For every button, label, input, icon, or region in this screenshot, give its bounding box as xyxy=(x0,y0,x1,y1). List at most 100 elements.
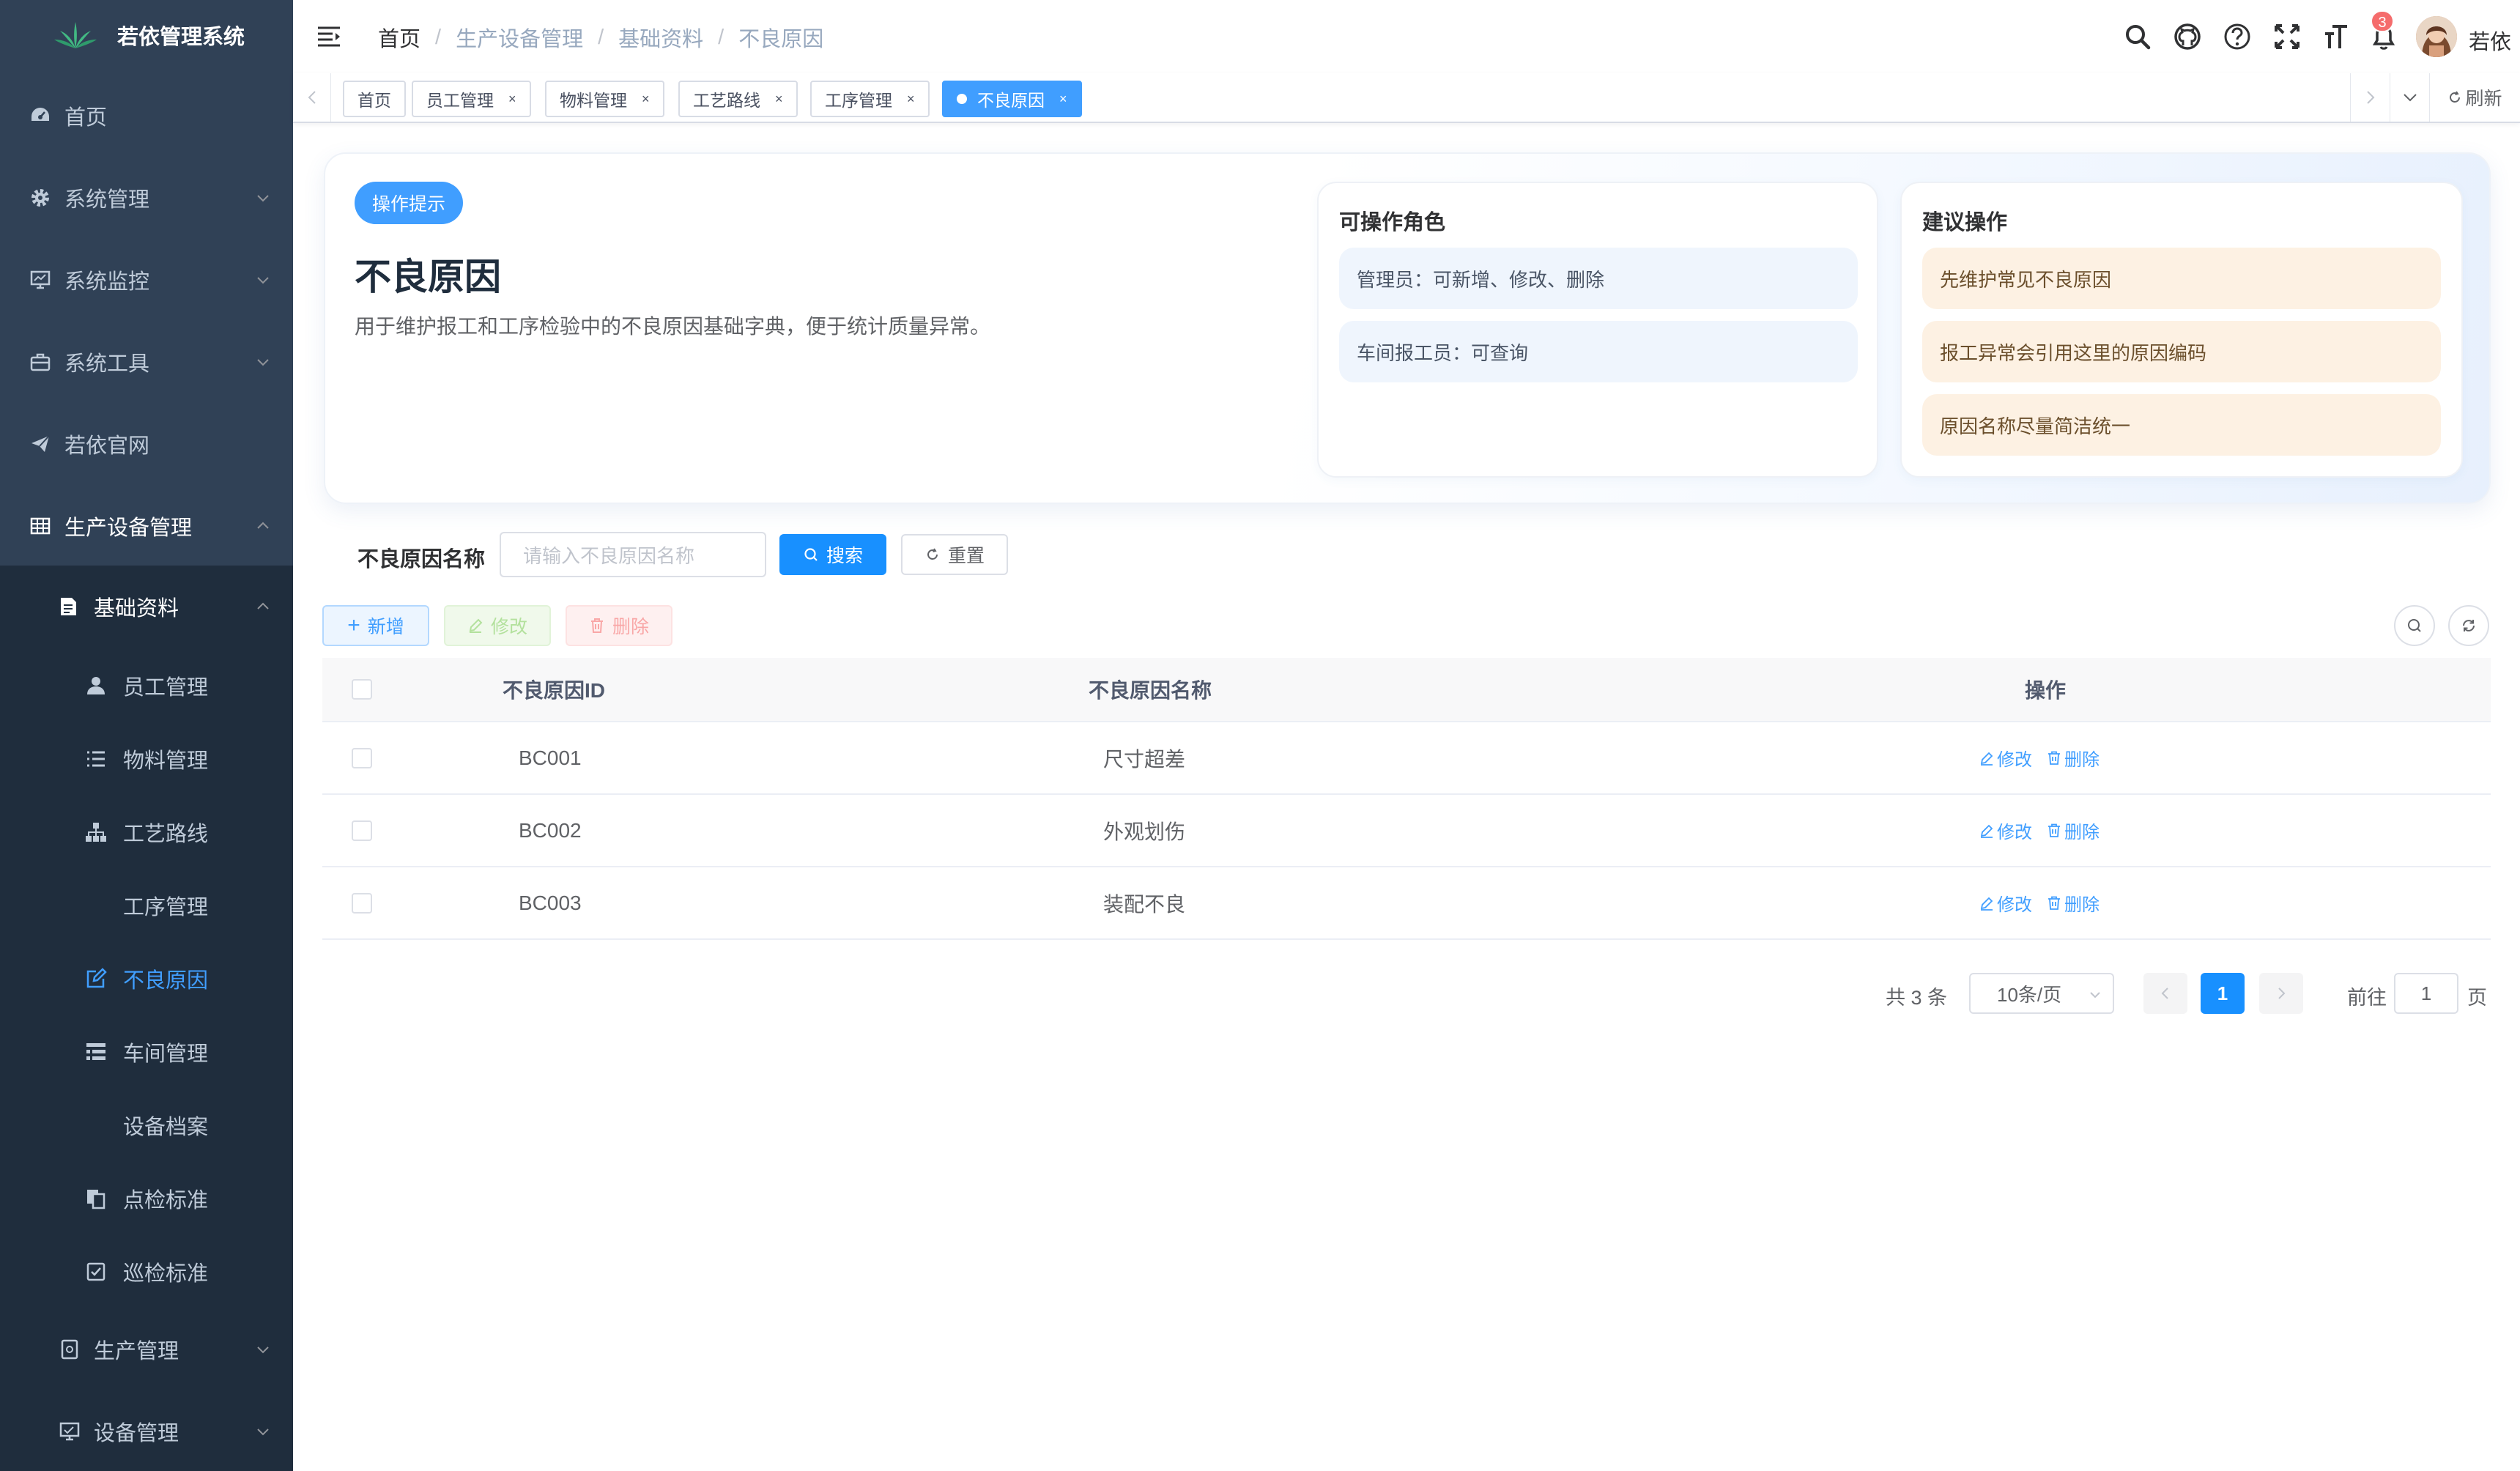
row-delete-label: 删除 xyxy=(2064,895,2100,915)
gear-icon xyxy=(32,189,49,207)
tag-label: 物料管理 xyxy=(560,91,627,110)
close-icon[interactable]: × xyxy=(1059,92,1067,107)
github-icon[interactable] xyxy=(2173,22,2202,51)
avatar[interactable] xyxy=(2416,16,2457,57)
search-button[interactable]: 搜索 xyxy=(779,534,886,575)
sidebar-item-label: 巡检标准 xyxy=(123,1262,209,1286)
sidebar-item-production-equipment[interactable]: 生产设备管理 xyxy=(0,485,293,567)
row-edit-button[interactable]: 修改 xyxy=(1979,745,2032,771)
tags-dropdown-button[interactable] xyxy=(2390,73,2429,122)
sidebar-item-label: 生产管理 xyxy=(94,1340,179,1363)
search-icon[interactable] xyxy=(2123,22,2152,51)
sidebar-item-system[interactable]: 系统管理 xyxy=(0,157,293,239)
close-icon[interactable]: × xyxy=(642,92,650,107)
defect-name-input[interactable]: 请输入不良原因名称 xyxy=(500,532,766,577)
chevron-down-icon xyxy=(257,195,269,202)
trash-icon xyxy=(590,618,603,633)
reset-button[interactable]: 重置 xyxy=(901,534,1008,575)
tag-process-route[interactable]: 工艺路线 × xyxy=(678,81,798,117)
row-checkbox[interactable] xyxy=(352,820,372,841)
sidebar-item-patrol-standard[interactable]: 巡检标准 xyxy=(0,1235,293,1308)
question-circle-icon[interactable] xyxy=(2223,22,2252,51)
sidebar-item-employee[interactable]: 员工管理 xyxy=(0,649,293,722)
row-edit-button[interactable]: 修改 xyxy=(1979,818,2032,843)
sidebar-item-material[interactable]: 物料管理 xyxy=(0,722,293,796)
tree-icon xyxy=(86,823,106,842)
chevron-down-icon xyxy=(257,277,269,284)
tags-scroll-right-button[interactable] xyxy=(2350,73,2390,122)
tag-home[interactable]: 首页 xyxy=(343,81,406,117)
breadcrumb-separator: / xyxy=(435,25,442,49)
sidebar-item-label: 生产设备管理 xyxy=(64,516,193,540)
row-edit-label: 修改 xyxy=(1997,895,2032,915)
close-icon[interactable]: × xyxy=(775,92,783,107)
tag-material[interactable]: 物料管理 × xyxy=(545,81,664,117)
sidebar-item-spot-check-standard[interactable]: 点检标准 xyxy=(0,1162,293,1235)
row-delete-button[interactable]: 删除 xyxy=(2047,890,2100,916)
trash-icon xyxy=(2048,823,2060,837)
sidebar-item-home[interactable]: 首页 xyxy=(0,75,293,157)
row-delete-button[interactable]: 删除 xyxy=(2047,745,2100,771)
sidebar-item-label: 设备档案 xyxy=(123,1116,209,1139)
chevron-down-icon xyxy=(257,359,269,366)
sidebar-group-basic-data[interactable]: 基础资料 xyxy=(0,566,293,648)
select-all-checkbox[interactable] xyxy=(352,679,372,700)
row-delete-label: 删除 xyxy=(2064,823,2100,842)
font-size-icon[interactable] xyxy=(2322,22,2352,51)
column-header-id[interactable]: 不良原因ID xyxy=(503,658,605,721)
row-edit-button[interactable]: 修改 xyxy=(1979,890,2032,916)
column-header-name[interactable]: 不良原因名称 xyxy=(1089,658,1212,721)
toggle-search-button[interactable] xyxy=(2394,605,2435,646)
row-checkbox[interactable] xyxy=(352,892,372,914)
add-button[interactable]: + 新增 xyxy=(322,605,429,646)
sidebar-item-monitor[interactable]: 系统监控 xyxy=(0,239,293,321)
sidebar-item-process[interactable]: 工序管理 xyxy=(0,869,293,942)
roles-card: 可操作角色 管理员：可新增、修改、删除 车间报工员：可查询 xyxy=(1317,182,1878,478)
tag-employee[interactable]: 员工管理 × xyxy=(412,81,531,117)
prev-page-button[interactable] xyxy=(2143,973,2187,1014)
close-icon[interactable]: × xyxy=(508,92,516,107)
tag-defect-reason[interactable]: 不良原因 × xyxy=(942,81,1082,117)
page-size-select[interactable]: 10条/页 xyxy=(1969,973,2114,1014)
sidebar-item-label: 设备管理 xyxy=(94,1422,179,1445)
tag-process[interactable]: 工序管理 × xyxy=(810,81,930,117)
edit-icon xyxy=(469,618,483,633)
sidebar-item-ruoyi-site[interactable]: 若依官网 xyxy=(0,403,293,485)
close-icon[interactable]: × xyxy=(907,92,915,107)
delete-button[interactable]: 删除 xyxy=(566,605,672,646)
chevron-down-icon xyxy=(257,1429,269,1436)
suggestions-card: 建议操作 先维护常见不良原因 报工异常会引用这里的原因编码 原因名称尽量简洁统一 xyxy=(1900,182,2463,478)
sidebar-item-label: 基础资料 xyxy=(94,597,179,620)
table-icon xyxy=(30,517,51,535)
chevron-right-icon xyxy=(2278,988,2286,999)
sidebar-item-defect-reason[interactable]: 不良原因 xyxy=(0,942,293,1015)
refresh-icon xyxy=(2450,91,2461,103)
hamburger-menu-icon[interactable] xyxy=(316,25,341,48)
row-delete-button[interactable]: 删除 xyxy=(2047,818,2100,843)
sidebar-item-equipment-management[interactable]: 设备管理 xyxy=(0,1390,293,1471)
chevron-left-icon xyxy=(2161,988,2168,999)
sidebar-item-tools[interactable]: 系统工具 xyxy=(0,321,293,403)
row-checkbox[interactable] xyxy=(352,747,372,768)
sidebar-item-process-route[interactable]: 工艺路线 xyxy=(0,796,293,869)
page-number-button[interactable]: 1 xyxy=(2201,973,2245,1014)
sidebar-item-equipment-file[interactable]: 设备档案 xyxy=(0,1089,293,1162)
sidebar-logo[interactable]: 若依管理系统 xyxy=(0,0,293,70)
refresh-table-button[interactable] xyxy=(2448,605,2489,646)
fullscreen-icon[interactable] xyxy=(2272,22,2302,51)
edit-button[interactable]: 修改 xyxy=(444,605,551,646)
chevron-left-icon xyxy=(308,91,316,104)
user-icon xyxy=(87,677,105,694)
sidebar-item-production-management[interactable]: 生产管理 xyxy=(0,1308,293,1390)
breadcrumb-item-home[interactable]: 首页 xyxy=(378,22,420,53)
sidebar-item-workshop[interactable]: 车间管理 xyxy=(0,1015,293,1089)
tags-scroll-left-button[interactable] xyxy=(293,73,331,122)
hint-panel: 操作提示 不良原因 用于维护报工和工序检验中的不良原因基础字典，便于统计质量异常… xyxy=(324,152,2491,504)
user-name[interactable]: 若依 xyxy=(2469,25,2511,56)
tags-refresh-button[interactable]: 刷新 xyxy=(2429,73,2520,122)
next-page-button[interactable] xyxy=(2259,973,2303,1014)
suggestions-card-title: 建议操作 xyxy=(1922,211,2008,234)
tag-label: 首页 xyxy=(357,91,391,110)
edit-icon xyxy=(1980,752,1993,766)
goto-page-input[interactable]: 1 xyxy=(2394,973,2458,1014)
